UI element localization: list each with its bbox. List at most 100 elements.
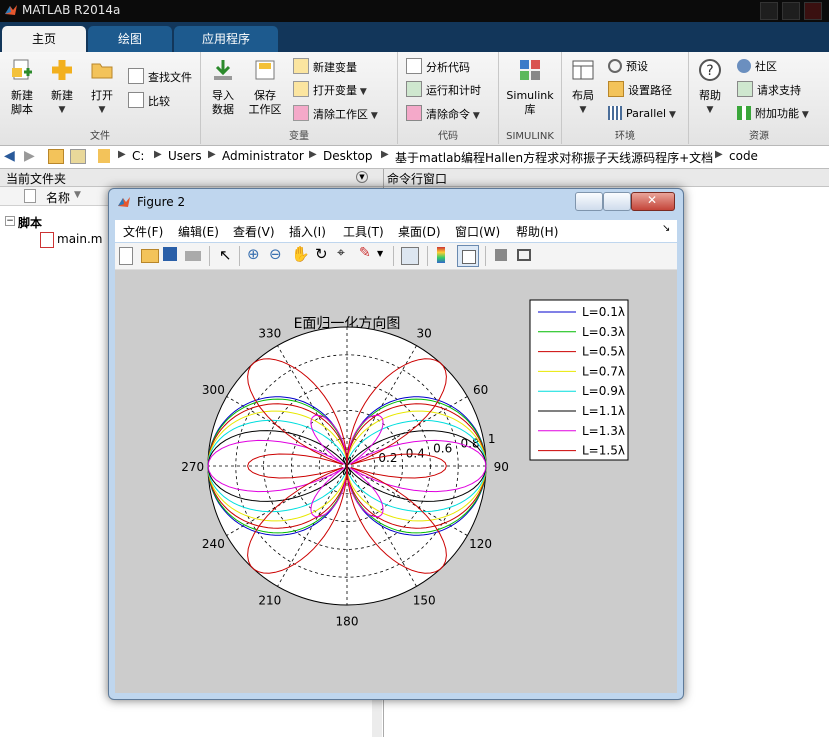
root-folder-icon [98, 149, 110, 163]
clear-commands-button[interactable]: 清除命令 ▼ [406, 105, 480, 123]
breadcrumb-administrator[interactable]: Administrator [222, 149, 304, 163]
sort-arrow-icon[interactable]: ▼ [74, 190, 81, 200]
radial-tick-label: 0.6 [433, 442, 452, 456]
figure-menu-bar: 文件(F) 编辑(E) 查看(V) 插入(I) 工具(T) 桌面(D) 窗口(W… [115, 220, 677, 242]
colorbar-icon[interactable] [437, 247, 445, 263]
layout-button[interactable]: 布局 ▼ [566, 58, 600, 117]
up-folder-icon[interactable] [48, 149, 64, 164]
angle-tick-label: 210 [258, 594, 281, 608]
simulink-library-button[interactable]: Simulink 库 [503, 58, 557, 117]
column-name[interactable]: 名称 [46, 189, 70, 206]
figure-window: Figure 2 ✕ 文件(F) 编辑(E) 查看(V) 插入(I) 工具(T)… [108, 188, 684, 700]
layout-icon [572, 60, 594, 80]
hide-plot-tools-icon[interactable] [495, 249, 507, 261]
parallel-button[interactable]: Parallel ▼ [608, 105, 676, 123]
brush-icon[interactable]: ✎ [359, 245, 371, 261]
addons-button[interactable]: 附加功能 ▼ [737, 105, 809, 123]
maximize-icon[interactable] [782, 2, 800, 20]
radial-tick-label: 0.4 [406, 446, 425, 460]
group-label-environment: 环境 [615, 131, 635, 142]
find-files-button[interactable]: 查找文件 [128, 68, 192, 86]
help-button[interactable]: ? 帮助 ▼ [693, 58, 727, 117]
figure-close-icon[interactable]: ✕ [631, 192, 675, 211]
print-icon[interactable] [185, 251, 201, 261]
open-file-icon[interactable] [141, 249, 159, 263]
group-variable: 导入 数据 保存 工作区 新建变量 打开变量 ▼ 清除工作区 ▼ 变量 [201, 52, 398, 144]
app-title: MATLAB R2014a [22, 3, 121, 17]
dock-arrow-icon[interactable]: ↘ [662, 223, 670, 234]
link-plot-icon[interactable] [401, 247, 419, 265]
pointer-icon[interactable]: ↖ [219, 246, 232, 264]
zoom-in-icon[interactable]: ⊕ [247, 245, 260, 263]
legend-button[interactable] [457, 245, 479, 267]
open-variable-button[interactable]: 打开变量 ▼ [293, 81, 367, 99]
new-variable-icon [293, 58, 309, 74]
figure-title-bar[interactable]: Figure 2 ✕ [109, 189, 683, 215]
figure-toolbar: ↖ ⊕ ⊖ ✋ ↻ ⌖ ✎ ▼ [115, 243, 677, 270]
command-window-title: 命令行窗口 [387, 172, 448, 186]
breadcrumb-drive[interactable]: C: [132, 149, 144, 163]
figure-canvas[interactable]: E面归一化方向图 30 60 90 120 150 180 210 240 270 300 330 0… [115, 270, 677, 693]
menu-edit[interactable]: 编辑(E) [178, 223, 219, 240]
data-cursor-icon[interactable]: ⌖ [337, 245, 345, 261]
breadcrumb-desktop[interactable]: Desktop [323, 149, 373, 163]
menu-insert[interactable]: 插入(I) [289, 223, 326, 240]
file-type-icon [24, 189, 36, 203]
figure-minimize-icon[interactable] [575, 192, 603, 211]
new-figure-icon[interactable] [119, 247, 133, 265]
zoom-out-icon[interactable]: ⊖ [269, 245, 282, 263]
show-plot-tools-icon[interactable] [517, 249, 531, 261]
compare-icon [128, 92, 144, 108]
current-folder-title: 当前文件夹 [6, 172, 67, 186]
import-icon [214, 60, 232, 80]
forward-arrow-icon[interactable]: ▶ [24, 148, 35, 164]
import-data-button[interactable]: 导入 数据 [205, 58, 241, 117]
breadcrumb-users[interactable]: Users [168, 149, 202, 163]
pan-hand-icon[interactable]: ✋ [291, 245, 310, 263]
group-label-code: 代码 [438, 131, 458, 142]
rotate-3d-icon[interactable]: ↻ [315, 245, 328, 263]
analyze-code-button[interactable]: 分析代码 [406, 58, 470, 76]
panel-menu-icon[interactable]: ▼ [356, 171, 368, 183]
tab-home[interactable]: 主页 [2, 26, 86, 52]
close-icon[interactable] [804, 2, 822, 20]
menu-window[interactable]: 窗口(W) [455, 223, 500, 240]
clear-workspace-button[interactable]: 清除工作区 ▼ [293, 105, 378, 123]
tab-plots[interactable]: 绘图 [88, 26, 172, 52]
breadcrumb-project[interactable]: 基于matlab编程Hallen方程求对称振子天线源码程序+文档 [395, 149, 713, 166]
legend[interactable]: L=0.1λ L=0.3λ L=0.5λ L=0.7λ L=0.9λ L=1.1λ L=1.… [529, 299, 629, 461]
run-and-time-button[interactable]: 运行和计时 [406, 81, 481, 99]
menu-file[interactable]: 文件(F) [123, 223, 163, 240]
open-button[interactable]: 打开 ▼ [84, 58, 120, 117]
legend-label: L=0.5λ [582, 345, 625, 359]
menu-desktop[interactable]: 桌面(D) [398, 223, 441, 240]
new-variable-button[interactable]: 新建变量 [293, 58, 357, 76]
set-path-button[interactable]: 设置路径 [608, 81, 672, 99]
browse-folder-icon[interactable] [70, 149, 86, 164]
compare-button[interactable]: 比较 [128, 92, 170, 110]
menu-help[interactable]: 帮助(H) [516, 223, 558, 240]
breadcrumb-code[interactable]: code [729, 149, 758, 163]
brush-dropdown-icon[interactable]: ▼ [377, 249, 383, 258]
tab-apps[interactable]: 应用程序 [174, 26, 278, 52]
ribbon-tabs: 主页 绘图 应用程序 [0, 22, 829, 52]
minimize-icon[interactable] [760, 2, 778, 20]
community-button[interactable]: 社区 [737, 58, 777, 76]
folder-scripts[interactable]: 脚本 [18, 214, 42, 231]
menu-view[interactable]: 查看(V) [233, 223, 275, 240]
save-workspace-button[interactable]: 保存 工作区 [245, 58, 285, 117]
preferences-button[interactable]: 预设 [608, 58, 648, 76]
community-icon [737, 59, 751, 73]
new-script-button[interactable]: 新建 脚本 [4, 58, 40, 117]
menu-tools[interactable]: 工具(T) [343, 223, 384, 240]
figure-maximize-icon[interactable] [603, 192, 631, 211]
file-main-m[interactable]: main.m [57, 232, 103, 246]
request-support-button[interactable]: 请求支持 [737, 81, 801, 99]
group-simulink: Simulink 库 SIMULINK [499, 52, 562, 144]
collapse-icon[interactable]: − [5, 216, 15, 226]
back-arrow-icon[interactable]: ◀ [4, 148, 15, 164]
new-button[interactable]: 新建 ▼ [44, 58, 80, 117]
angle-tick-label: 270 [181, 460, 204, 474]
save-figure-icon[interactable] [163, 247, 177, 261]
command-window-header: 命令行窗口 [384, 169, 829, 187]
